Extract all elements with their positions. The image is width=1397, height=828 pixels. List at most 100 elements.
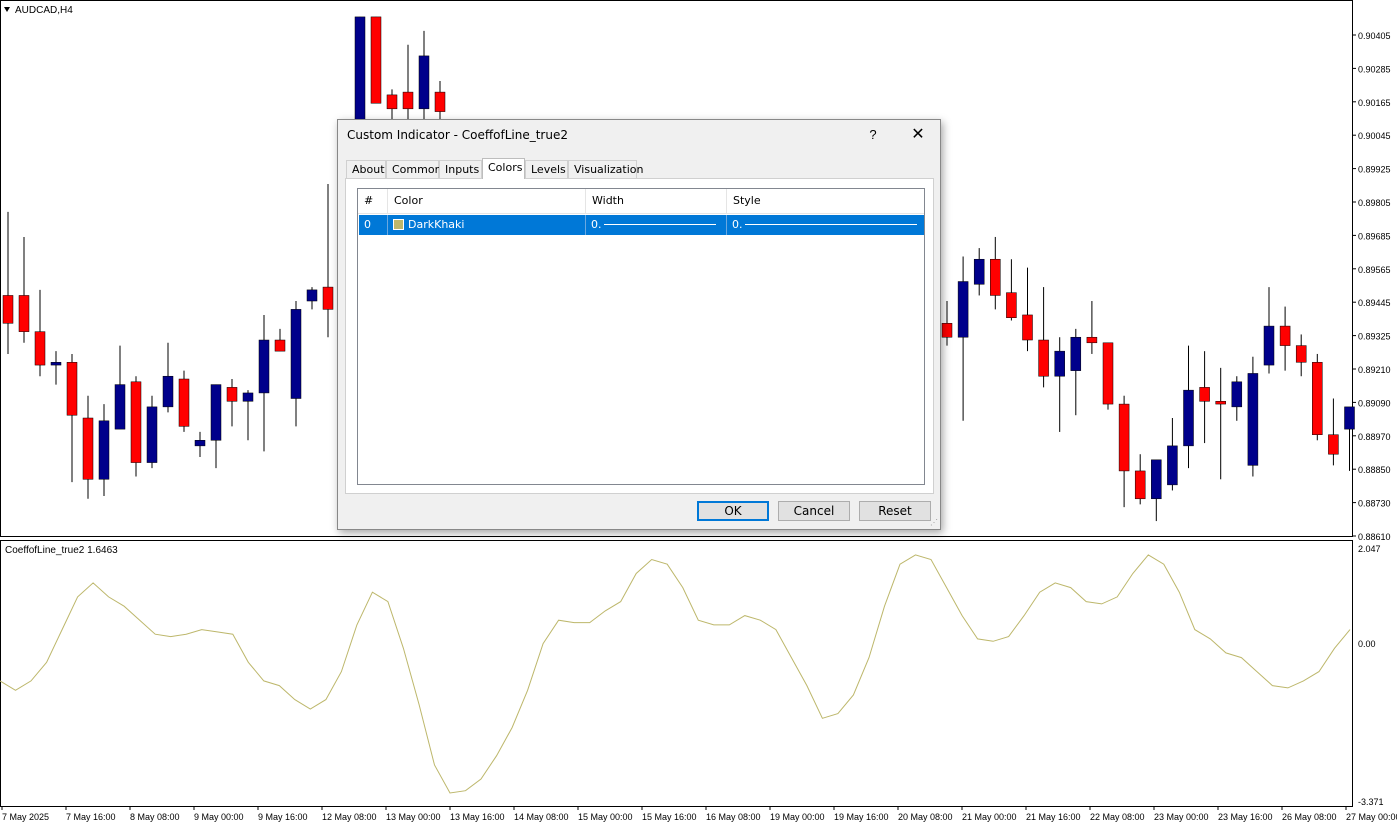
time-tick-label: 23 May 16:00 bbox=[1218, 812, 1273, 822]
candle-body bbox=[1022, 314, 1033, 341]
candle-body bbox=[957, 281, 969, 338]
tab-inputs[interactable]: Inputs bbox=[439, 160, 482, 178]
price-tick-label: 0.89090 bbox=[1358, 398, 1391, 408]
column-header-style[interactable]: Style bbox=[727, 189, 924, 213]
candle-body bbox=[242, 392, 254, 402]
candle-body bbox=[18, 295, 30, 332]
candle-body bbox=[402, 91, 414, 110]
time-tick-label: 9 May 00:00 bbox=[194, 812, 244, 822]
candle-body bbox=[290, 309, 302, 399]
candle-body bbox=[1167, 445, 1178, 486]
row-index: 0 bbox=[359, 215, 388, 235]
candle-body bbox=[434, 91, 446, 112]
time-tick-label: 15 May 16:00 bbox=[642, 812, 697, 822]
dialog-title: Custom Indicator - CoeffofLine_true2 bbox=[347, 128, 568, 142]
price-tick-label: 0.88850 bbox=[1358, 465, 1391, 475]
price-tick-label: 0.89565 bbox=[1358, 265, 1391, 275]
candle-body bbox=[258, 339, 270, 394]
style-line-preview bbox=[745, 224, 917, 225]
price-tick-label: 0.88970 bbox=[1358, 432, 1391, 442]
color-name: DarkKhaki bbox=[408, 218, 465, 231]
resize-grip-icon[interactable]: ⋰ bbox=[930, 519, 938, 527]
time-axis: 7 May 2025 7 May 16:00 8 May 08:00 9 May 00… bbox=[1, 806, 1397, 822]
tab-about[interactable]: About bbox=[346, 160, 386, 178]
price-tick-label: 0.90045 bbox=[1358, 131, 1391, 141]
tab-common[interactable]: Common bbox=[386, 160, 442, 178]
time-tick-label: 13 May 00:00 bbox=[386, 812, 441, 822]
tab-visualization[interactable]: Visualization bbox=[568, 160, 643, 178]
time-tick-label: 15 May 00:00 bbox=[578, 812, 633, 822]
table-header: # Color Width Style bbox=[358, 189, 924, 214]
candle-body bbox=[354, 16, 366, 126]
candle-body bbox=[178, 378, 190, 427]
time-tick-label: 13 May 16:00 bbox=[450, 812, 505, 822]
candle-body bbox=[1086, 336, 1098, 344]
indicator-label: CoeffofLine_true2 1.6463 bbox=[5, 545, 118, 556]
indicator-tick-label: 0.00 bbox=[1358, 639, 1376, 649]
style-cell[interactable]: 0. bbox=[727, 215, 924, 235]
candle-body bbox=[322, 286, 334, 310]
candle-body bbox=[1054, 350, 1065, 377]
candle-body bbox=[226, 387, 238, 402]
time-tick-label: 27 May 00:00 bbox=[1346, 812, 1397, 822]
style-value: 0. bbox=[732, 218, 743, 231]
price-tick-label: 0.89210 bbox=[1358, 365, 1391, 375]
price-tick-label: 0.88610 bbox=[1358, 532, 1391, 542]
time-tick-label: 14 May 08:00 bbox=[514, 812, 569, 822]
width-cell[interactable]: 0. bbox=[586, 215, 727, 235]
candle-body bbox=[66, 362, 78, 416]
cancel-button[interactable]: Cancel bbox=[778, 501, 850, 521]
price-tick-label: 0.89685 bbox=[1358, 231, 1391, 241]
colors-table: # Color Width Style 0 DarkKhaki 0. 0. bbox=[357, 188, 925, 485]
time-tick-label: 7 May 2025 bbox=[2, 812, 49, 822]
time-tick-label: 19 May 16:00 bbox=[834, 812, 889, 822]
close-icon[interactable]: ✕ bbox=[904, 124, 932, 146]
candle-body bbox=[1328, 434, 1339, 455]
symbol-label: AUDCAD,H4 bbox=[15, 5, 73, 16]
candle-body bbox=[1102, 342, 1114, 405]
price-tick-label: 0.90405 bbox=[1358, 31, 1391, 41]
price-tick-label: 0.88730 bbox=[1358, 499, 1391, 509]
table-row[interactable]: 0 DarkKhaki 0. 0. bbox=[359, 215, 924, 235]
color-cell[interactable]: DarkKhaki bbox=[388, 215, 586, 235]
tab-levels[interactable]: Levels bbox=[525, 160, 568, 178]
candle-body bbox=[973, 258, 985, 285]
ok-button[interactable]: OK bbox=[697, 501, 769, 521]
price-tick-label: 0.90165 bbox=[1358, 98, 1391, 108]
time-tick-label: 19 May 00:00 bbox=[770, 812, 825, 822]
candle-body bbox=[1183, 389, 1194, 447]
column-header-color[interactable]: Color bbox=[388, 189, 586, 213]
time-tick-label: 23 May 00:00 bbox=[1154, 812, 1209, 822]
indicator-tick-label: -3.371 bbox=[1358, 797, 1384, 807]
candle-body bbox=[418, 55, 430, 110]
candle-body bbox=[274, 339, 286, 352]
column-header-index[interactable]: # bbox=[358, 189, 388, 213]
time-tick-label: 21 May 16:00 bbox=[1026, 812, 1081, 822]
candle-body bbox=[306, 289, 318, 302]
candle-body bbox=[990, 258, 1001, 296]
time-tick-label: 7 May 16:00 bbox=[66, 812, 116, 822]
reset-button[interactable]: Reset bbox=[859, 501, 931, 521]
color-swatch bbox=[393, 219, 404, 230]
price-tick-label: 0.89325 bbox=[1358, 332, 1391, 342]
candle-body bbox=[1199, 387, 1210, 402]
custom-indicator-dialog: Custom Indicator - CoeffofLine_true2 ? ✕… bbox=[337, 119, 941, 530]
time-tick-label: 21 May 00:00 bbox=[962, 812, 1017, 822]
time-tick-label: 20 May 08:00 bbox=[898, 812, 953, 822]
indicator-axis: 2.047 0.00 -3.371 bbox=[1358, 544, 1384, 807]
candle-body bbox=[1006, 292, 1017, 318]
column-header-width[interactable]: Width bbox=[586, 189, 727, 213]
help-button[interactable]: ? bbox=[861, 124, 885, 146]
candle-body bbox=[50, 362, 62, 366]
time-tick-label: 12 May 08:00 bbox=[322, 812, 377, 822]
candle-body bbox=[146, 406, 158, 463]
candle-body bbox=[1118, 403, 1130, 472]
candle-body bbox=[34, 331, 46, 366]
candle-body bbox=[1070, 336, 1082, 371]
candle-body bbox=[1247, 373, 1259, 466]
time-tick-label: 26 May 08:00 bbox=[1282, 812, 1337, 822]
price-tick-label: 0.89925 bbox=[1358, 165, 1391, 175]
candle-body bbox=[1134, 470, 1146, 500]
candle-body bbox=[1263, 325, 1275, 366]
tab-colors[interactable]: Colors bbox=[482, 158, 525, 179]
